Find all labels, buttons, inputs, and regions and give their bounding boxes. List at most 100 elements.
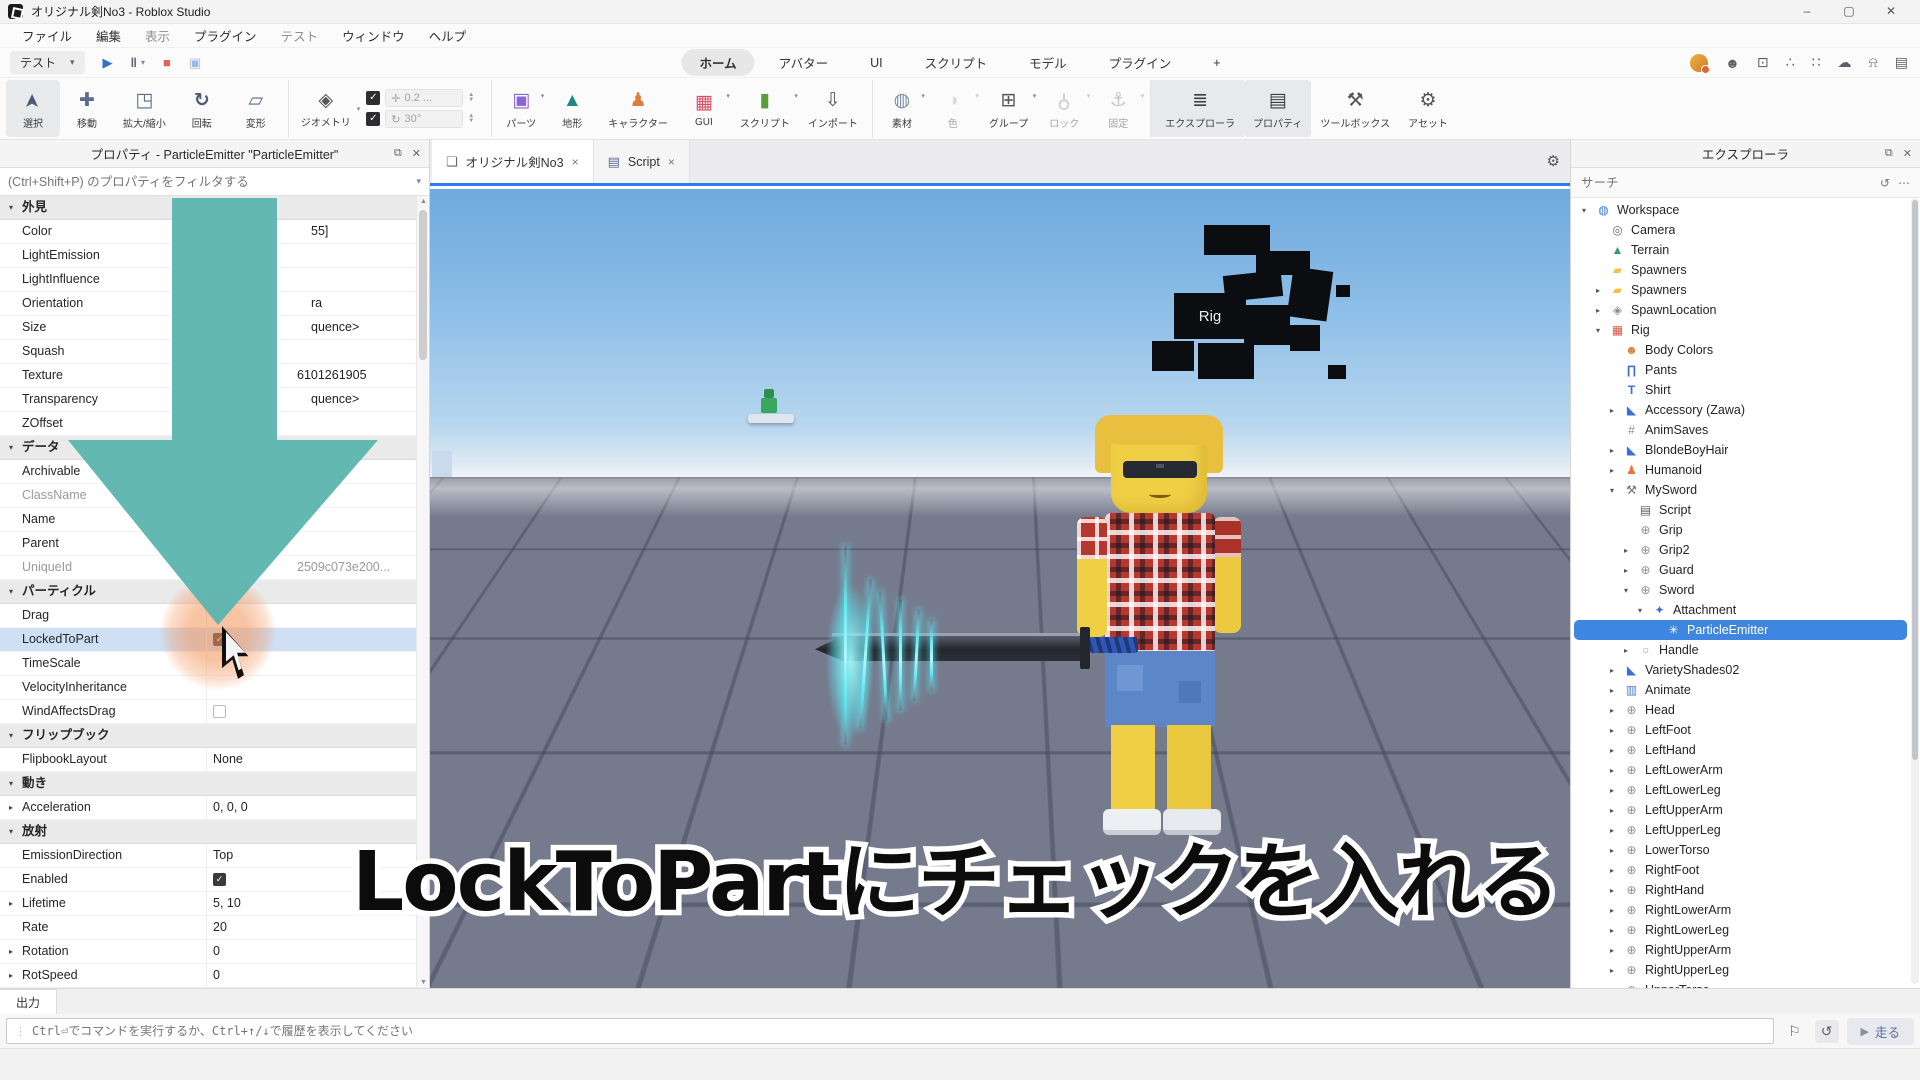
property-value[interactable]: 0 xyxy=(206,940,416,963)
tree-item[interactable]: ▸ ▰ Spawners xyxy=(1574,280,1907,300)
toolbar-button[interactable]: ▲ 地形 ▾ xyxy=(545,80,599,137)
toolbar-button[interactable]: ⚒ ツールボックス ▾ xyxy=(1311,80,1399,137)
run-button[interactable]: ▶ 走る xyxy=(1847,1018,1914,1045)
checkbox[interactable] xyxy=(213,873,226,886)
chevron-down-icon[interactable]: ▾ xyxy=(416,176,421,187)
expander-icon[interactable] xyxy=(0,292,22,315)
command-bar[interactable]: ⋮ xyxy=(6,1018,1774,1044)
ribbon-tab[interactable]: スクリプト xyxy=(907,49,1006,76)
move-snap-stepper[interactable]: ▲ ▼ xyxy=(468,93,474,103)
rotate-snap-field[interactable]: ↻ 30° xyxy=(385,110,463,128)
tree-item[interactable]: ▾ ▦ Rig xyxy=(1574,320,1907,340)
tree-item[interactable]: ▸ ⊕ RightUpperLeg xyxy=(1574,960,1907,980)
tree-item[interactable]: T Shirt xyxy=(1574,380,1907,400)
close-icon[interactable]: × xyxy=(668,155,675,169)
close-icon[interactable]: ✕ xyxy=(1903,147,1912,160)
maximize-button[interactable]: ▢ xyxy=(1828,0,1870,23)
ribbon-tab[interactable]: モデル xyxy=(1011,49,1085,76)
close-icon[interactable]: × xyxy=(572,155,579,169)
expander-icon[interactable] xyxy=(0,676,22,699)
menu-item[interactable]: ファイル xyxy=(10,24,84,47)
tree-item[interactable]: ✳ ParticleEmitter xyxy=(1574,620,1907,640)
tree-item[interactable]: ▸ ⊕ Head xyxy=(1574,700,1907,720)
menu-item[interactable]: テスト xyxy=(269,24,331,47)
chevron-down-icon[interactable]: ▾ xyxy=(357,105,361,113)
expander-icon[interactable]: ▸ xyxy=(1610,806,1623,815)
tab-output[interactable]: 出力 xyxy=(0,989,57,1014)
toolbar-button[interactable]: ➤ 選択 ▾ xyxy=(6,80,60,137)
property-value[interactable]: 0, 0, 0 xyxy=(206,796,416,819)
property-value[interactable]: None xyxy=(206,748,416,771)
expander-icon[interactable] xyxy=(0,316,22,339)
topbar-icon[interactable]: ⍾ xyxy=(1868,54,1877,71)
expander-icon[interactable]: ▸ xyxy=(1610,826,1623,835)
property-row[interactable]: ▸ RotSpeed 0 xyxy=(0,964,416,988)
command-input[interactable] xyxy=(32,1024,1765,1038)
device-emulation-button[interactable]: ▣ xyxy=(189,55,201,71)
toolbar-button[interactable]: ⇩ インポート ▾ xyxy=(799,80,867,137)
tree-item[interactable]: ▸ ◣ Accessory (Zawa) xyxy=(1574,400,1907,420)
expander-icon[interactable] xyxy=(0,508,22,531)
toolbar-button[interactable]: ✚ 移動 ▾ xyxy=(60,80,114,137)
expander-icon[interactable]: ▾ xyxy=(0,436,22,459)
expander-icon[interactable] xyxy=(0,748,22,771)
test-mode-dropdown[interactable]: テスト ▾ xyxy=(10,51,85,74)
topbar-icon[interactable] xyxy=(1690,54,1708,72)
property-row[interactable]: ▾ 動き xyxy=(0,772,416,796)
toolbar-button[interactable]: ⚙ アセット ▾ xyxy=(1399,80,1457,137)
ribbon-tab[interactable]: アバター xyxy=(761,49,847,76)
popout-icon[interactable]: ⧉ xyxy=(394,147,402,160)
toolbar-button[interactable]: ⚓ 固定 ▾ xyxy=(1091,80,1145,137)
tree-item[interactable]: ▰ Spawners xyxy=(1574,260,1907,280)
stop-button[interactable]: ■ xyxy=(163,55,171,70)
expander-icon[interactable] xyxy=(0,268,22,291)
rotate-snap-stepper[interactable]: ▲ ▼ xyxy=(468,114,474,124)
tree-item[interactable]: ∏ Pants xyxy=(1574,360,1907,380)
properties-filter-input[interactable] xyxy=(8,175,416,189)
topbar-icon[interactable]: ☁ xyxy=(1837,54,1851,71)
ribbon-tab[interactable]: ホーム xyxy=(681,49,754,76)
toolbar-button[interactable]: ⚲ ロック ▾ xyxy=(1037,80,1091,137)
expander-icon[interactable] xyxy=(0,220,22,243)
expander-icon[interactable]: ▾ xyxy=(0,196,22,219)
scroll-down-icon[interactable]: ▼ xyxy=(420,979,427,986)
tree-item[interactable]: ▸ ⊕ Grip2 xyxy=(1574,540,1907,560)
close-button[interactable]: ✕ xyxy=(1870,0,1912,23)
ribbon-tab[interactable]: UI xyxy=(852,52,901,74)
expander-icon[interactable] xyxy=(0,364,22,387)
toolbar-button[interactable]: ≣ エクスプローラ ▾ xyxy=(1150,80,1244,137)
ribbon-tab[interactable]: プラグイン xyxy=(1091,49,1190,76)
geometry-dropdown[interactable]: ◈ ジオメトリ xyxy=(301,89,351,129)
pause-button[interactable]: ‖ xyxy=(131,55,137,70)
tree-item[interactable]: ▸ ⊕ LeftLowerArm xyxy=(1574,760,1907,780)
tree-item[interactable]: ▸ ⊕ LeftHand xyxy=(1574,740,1907,760)
expander-icon[interactable]: ▸ xyxy=(1596,286,1609,295)
expander-icon[interactable]: ▸ xyxy=(1610,666,1623,675)
expander-icon[interactable]: ▸ xyxy=(1610,466,1623,475)
expander-icon[interactable] xyxy=(0,844,22,867)
topbar-icon[interactable]: ☻ xyxy=(1725,55,1740,71)
expander-icon[interactable]: ▸ xyxy=(1624,646,1637,655)
expander-icon[interactable] xyxy=(0,628,22,651)
expander-icon[interactable]: ▸ xyxy=(1624,546,1637,555)
toolbar-button[interactable]: ▦ GUI ▾ xyxy=(677,80,731,137)
tree-item[interactable]: ▸ ⊕ LeftLowerLeg xyxy=(1574,780,1907,800)
toolbar-button[interactable]: ◑ 色 ▾ xyxy=(926,80,980,137)
expander-icon[interactable]: ▸ xyxy=(0,892,22,915)
expander-icon[interactable] xyxy=(0,484,22,507)
toolbar-button[interactable]: ↻ 回転 ▾ xyxy=(175,80,229,137)
tree-item[interactable]: ▾ ✦ Attachment xyxy=(1574,600,1907,620)
menu-item[interactable]: ウィンドウ xyxy=(330,24,417,47)
move-snap-field[interactable]: ✛ 0.2 ... xyxy=(385,89,463,107)
expander-icon[interactable] xyxy=(0,556,22,579)
property-row[interactable]: ▸ Acceleration 0, 0, 0 xyxy=(0,796,416,820)
property-value[interactable]: 0 xyxy=(206,964,416,987)
expander-icon[interactable]: ▸ xyxy=(1610,966,1623,975)
property-row[interactable]: WindAffectsDrag xyxy=(0,700,416,724)
property-row[interactable]: ▸ Rotation 0 xyxy=(0,940,416,964)
explorer-scrollbar[interactable] xyxy=(1911,198,1919,984)
scrollbar-thumb[interactable] xyxy=(1912,200,1918,760)
edit-particle-button[interactable]: Edit Particle xyxy=(1395,572,1545,598)
expander-icon[interactable]: ▸ xyxy=(1610,786,1623,795)
topbar-icon[interactable]: ▤ xyxy=(1895,54,1908,71)
